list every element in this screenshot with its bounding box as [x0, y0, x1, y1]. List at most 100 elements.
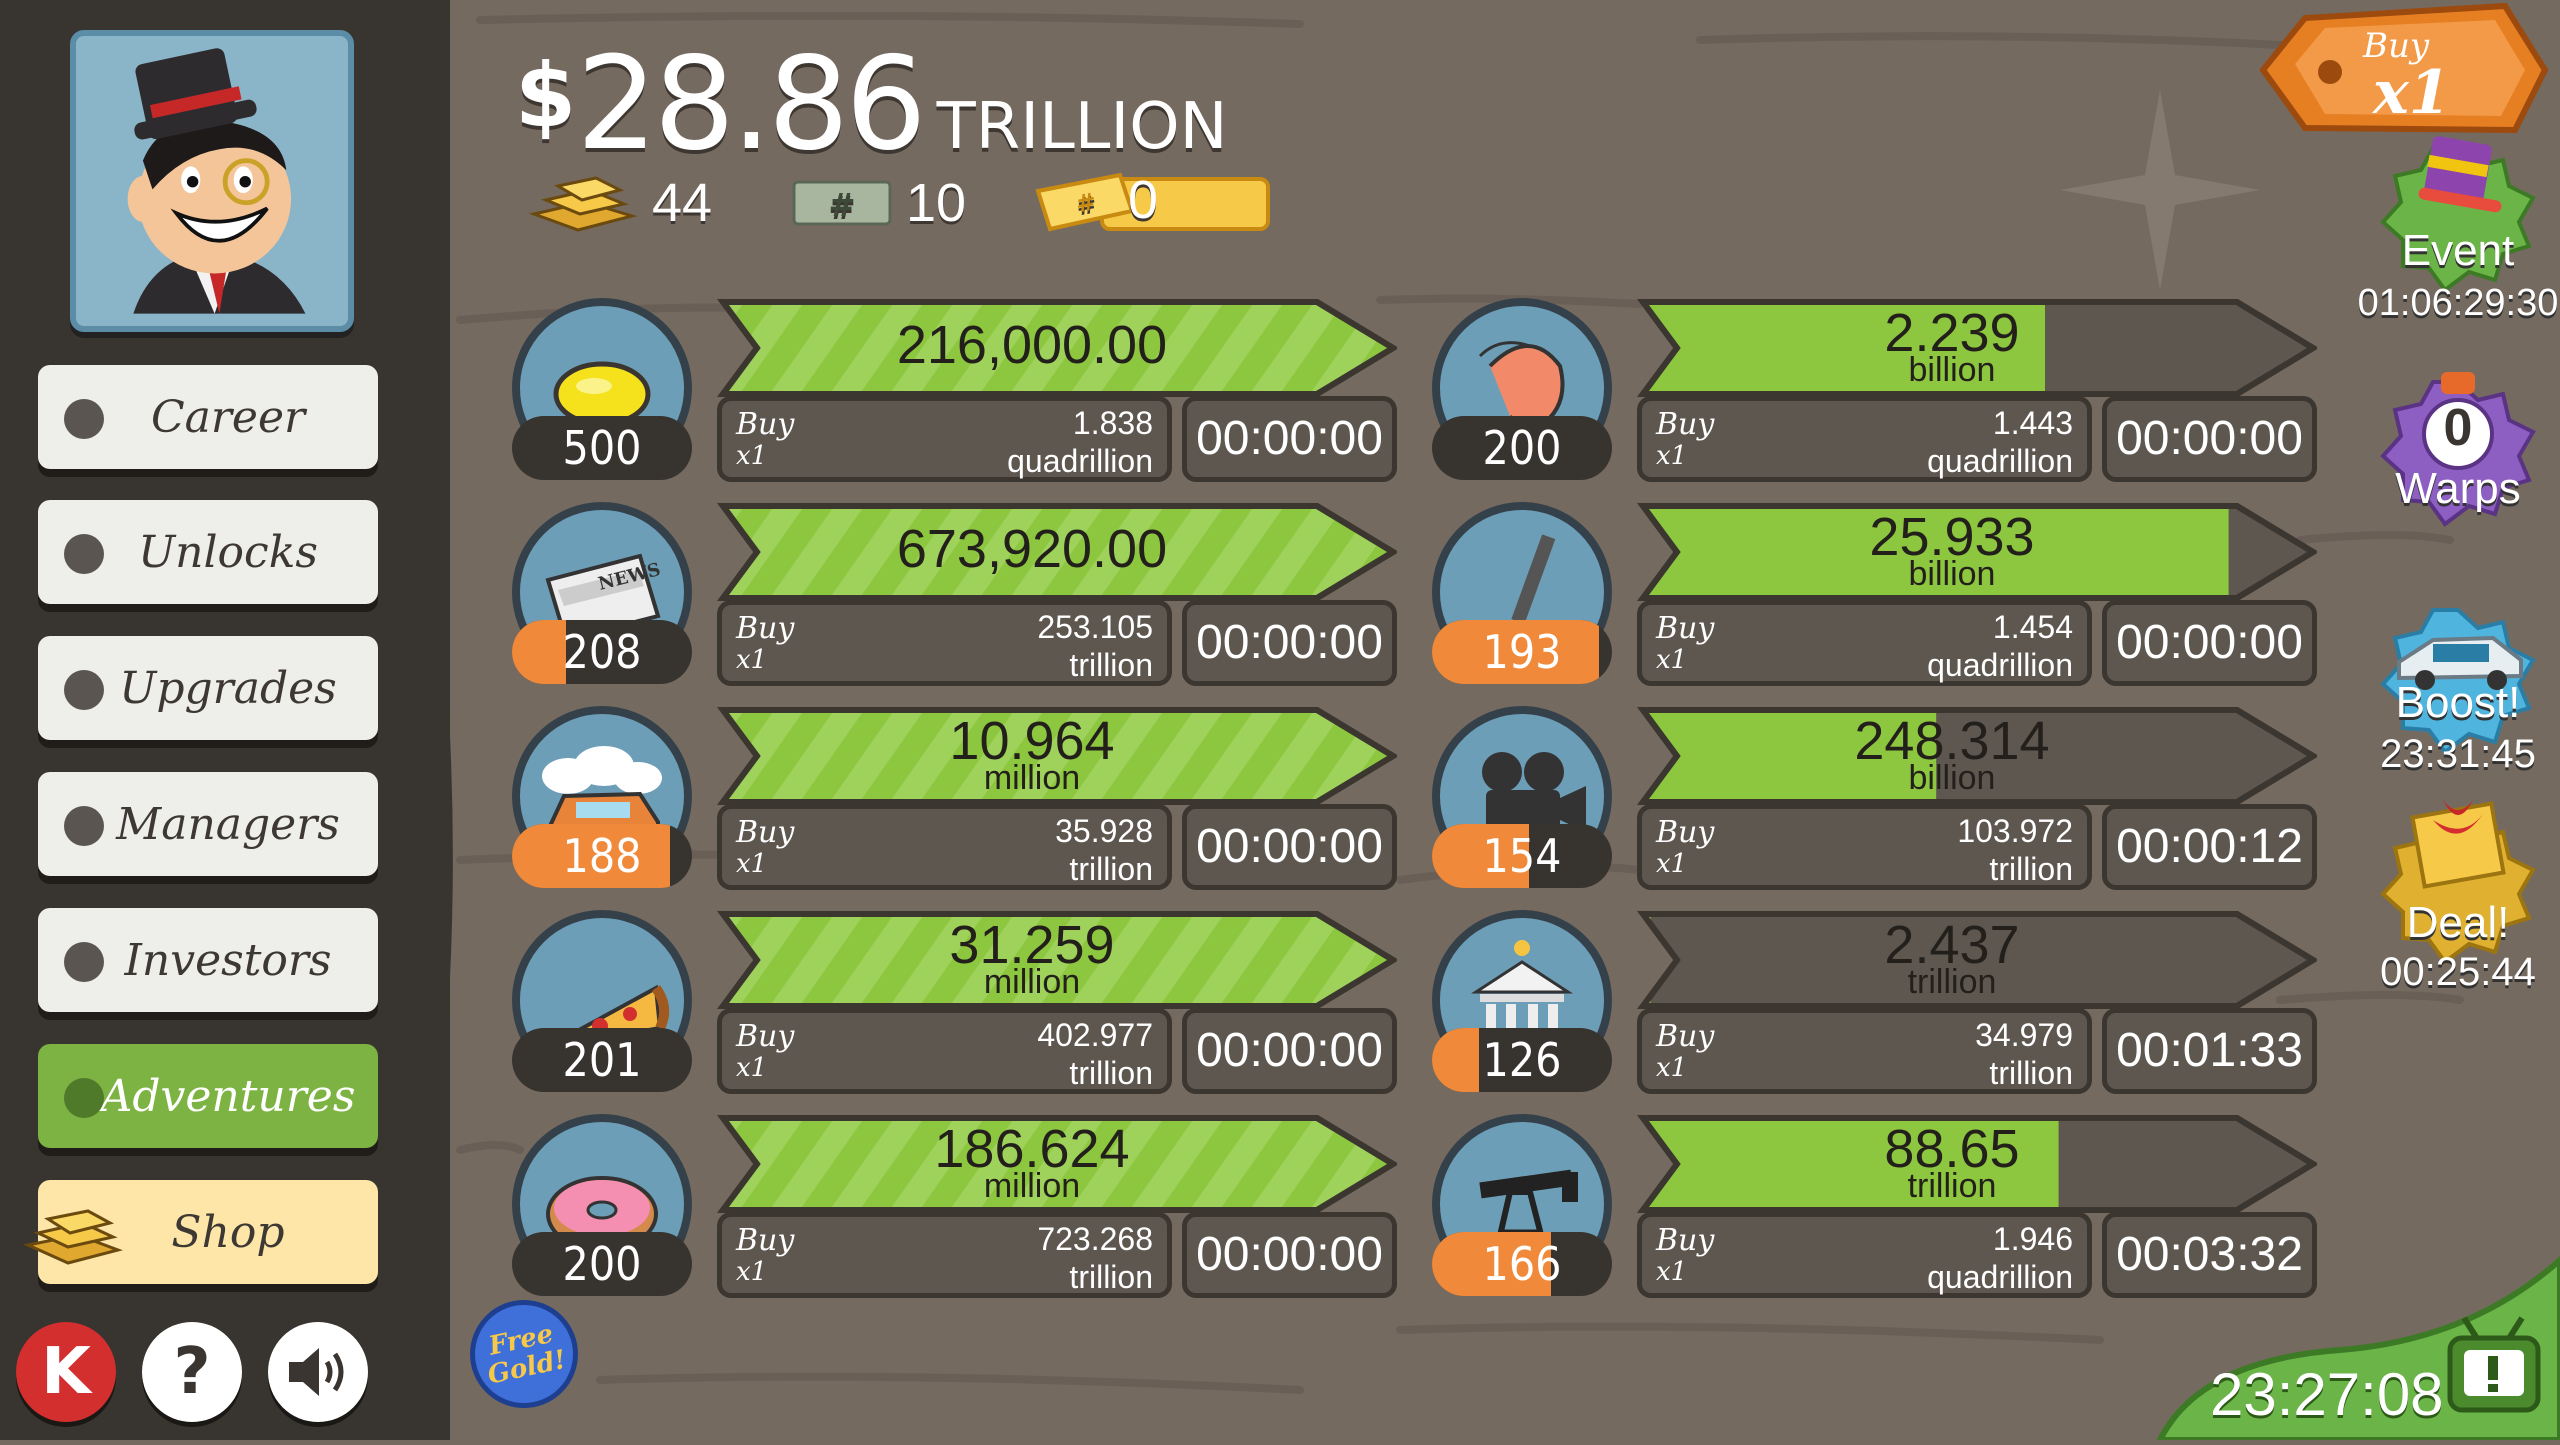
cycle-timer: 00:00:00 [2102, 396, 2317, 482]
cycle-timer: 00:00:12 [2102, 804, 2317, 890]
upgrades-button[interactable]: Upgrades [38, 636, 378, 740]
tv-timer: 23:27:08 [2210, 1361, 2444, 1428]
currency-symbol: $ [515, 44, 577, 147]
unlocks-indicator [64, 534, 104, 574]
buy-business-button[interactable]: Buy x1 723.268 trillion [717, 1212, 1172, 1298]
buy-label: Buy [1656, 611, 1715, 646]
cycle-timer: 00:00:00 [2102, 600, 2317, 686]
buy-cost-value: 34.979 [1975, 1017, 2073, 1053]
buy-quantity: x1 [736, 849, 768, 879]
revenue-text: 673,920.00 [717, 502, 1347, 602]
buy-quantity: x1 [1656, 1257, 1688, 1287]
warps-count: 0 [2443, 399, 2473, 457]
svg-text:#: # [829, 186, 856, 224]
owned-count: 188 [562, 829, 642, 883]
deal-badge[interactable]: Deal! 00:25:44 [2368, 790, 2548, 994]
owned-count-pill: 200 [1432, 416, 1612, 480]
revenue-unit: million [983, 963, 1081, 1001]
buy-business-button[interactable]: Buy x1 1.838 quadrillion [717, 396, 1172, 482]
owned-count: 154 [1482, 829, 1562, 883]
buy-cost-value: 1.454 [1992, 609, 2073, 645]
buy-label: Buy [736, 1019, 795, 1054]
buy-business-button[interactable]: Buy x1 35.928 trillion [717, 804, 1172, 890]
investors-button[interactable]: Investors [38, 908, 378, 1012]
revenue-unit: million [983, 1167, 1081, 1205]
boost-label: Boost! [2395, 678, 2521, 727]
cycle-timer: 00:00:00 [1182, 396, 1397, 482]
deal-label: Deal! [2406, 898, 2510, 947]
kongregate-button[interactable]: K [16, 1322, 116, 1422]
buy-cost-value: 103.972 [1957, 813, 2073, 849]
free-gold-button[interactable]: Free Gold! [470, 1300, 578, 1408]
owned-count: 166 [1482, 1237, 1562, 1291]
gold-counter: 44 [528, 168, 712, 238]
buy-cost-value: 35.928 [1055, 813, 1153, 849]
help-label: ? [173, 1335, 211, 1409]
buy-business-button[interactable]: Buy x1 402.977 trillion [717, 1008, 1172, 1094]
career-indicator [64, 399, 104, 439]
owned-count-pill: 500 [512, 416, 692, 480]
buy-quantity: x1 [736, 1257, 768, 1287]
speaker-icon [289, 1348, 344, 1396]
managers-button[interactable]: Managers [38, 772, 378, 876]
upgrades-indicator [64, 670, 104, 710]
capitalist-avatar-icon [76, 36, 336, 314]
owned-count-pill: 201 [512, 1028, 692, 1092]
revenue-value: 216,000.00 [896, 315, 1168, 375]
revenue-unit: billion [1908, 759, 1996, 797]
buy-cost-unit: quadrillion [1927, 647, 2073, 683]
buy-business-button[interactable]: Buy x1 103.972 trillion [1637, 804, 2092, 890]
revenue-text: 216,000.00 [717, 298, 1347, 398]
gold-bars-icon [23, 1209, 123, 1265]
career-button[interactable]: Career [38, 365, 378, 469]
buy-multiplier-value: x1 [2373, 58, 2451, 128]
buy-label: Buy [1656, 1223, 1715, 1258]
revenue-text: 2.239 billion [1637, 298, 2267, 398]
revenue-unit: trillion [1907, 963, 1997, 1001]
managers-indicator [64, 806, 104, 846]
buy-quantity: x1 [736, 645, 768, 675]
buy-cost-unit: trillion [1069, 1259, 1153, 1295]
boost-badge[interactable]: Boost! 23:31:45 [2368, 600, 2548, 776]
revenue-text: 248.314 billion [1637, 706, 2267, 806]
gold-bars-icon [528, 176, 638, 232]
deal-timer: 00:25:44 [2380, 950, 2536, 994]
buy-cost-unit: trillion [1989, 851, 2073, 887]
warps-badge[interactable]: 0 Warps [2368, 372, 2548, 557]
owned-count-pill: 154 [1432, 824, 1612, 888]
free-gold-label: Free Gold! [485, 1318, 569, 1391]
avatar[interactable] [70, 30, 354, 332]
buy-business-button[interactable]: Buy x1 1.946 quadrillion [1637, 1212, 2092, 1298]
buy-label: Buy [1656, 1019, 1715, 1054]
adventures-indicator [64, 1078, 104, 1118]
adventures-button[interactable]: Adventures [38, 1044, 378, 1148]
buy-business-button[interactable]: Buy x1 1.454 quadrillion [1637, 600, 2092, 686]
buy-business-button[interactable]: Buy x1 1.443 quadrillion [1637, 396, 2092, 482]
owned-count-pill: 126 [1432, 1028, 1612, 1092]
investors-indicator [64, 942, 104, 982]
revenue-text: 88.65 trillion [1637, 1114, 2267, 1214]
buy-quantity: x1 [1656, 645, 1688, 675]
revenue-unit: billion [1908, 351, 1996, 389]
sound-button[interactable] [268, 1322, 368, 1422]
buy-cost-unit: trillion [1069, 1055, 1153, 1091]
megabucks-counter: # 10 [792, 168, 966, 238]
buy-business-button[interactable]: Buy x1 253.105 trillion [717, 600, 1172, 686]
buy-quantity: x1 [736, 1053, 768, 1083]
buy-quantity: x1 [1656, 1053, 1688, 1083]
owned-count-pill: 208 [512, 620, 692, 684]
owned-count-pill: 166 [1432, 1232, 1612, 1296]
unlocks-button[interactable]: Unlocks [38, 500, 378, 604]
event-badge[interactable]: Event 01:06:29:30 [2358, 130, 2558, 324]
event-timer: 01:06:29:30 [2357, 282, 2559, 324]
buy-business-button[interactable]: Buy x1 34.979 trillion [1637, 1008, 2092, 1094]
cycle-timer: 00:00:00 [1182, 1008, 1397, 1094]
buy-cost-unit: trillion [1069, 851, 1153, 887]
help-button[interactable]: ? [142, 1322, 242, 1422]
tv-reward-area[interactable]: 23:27:08 [2140, 1220, 2560, 1443]
buy-multiplier-button[interactable]: Buy x1 [2245, 0, 2560, 150]
buy-label: Buy [736, 611, 795, 646]
buy-cost-unit: quadrillion [1007, 443, 1153, 479]
tickets-counter[interactable]: # 0 [1030, 168, 1270, 238]
buy-cost-unit: trillion [1069, 647, 1153, 683]
